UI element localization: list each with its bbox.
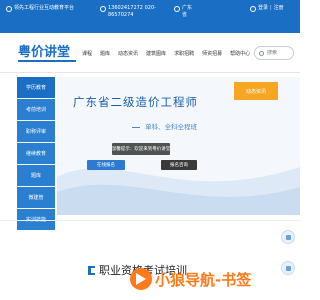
section-divider	[0, 220, 300, 221]
top-info-bar: 领先工程行业互动教育平台 13602417272 020-86570274 广东…	[0, 0, 300, 33]
watermark-brand: 小狼导航	[155, 270, 216, 289]
logo-text: 粤价讲堂	[18, 45, 71, 60]
watermark-text: 小狼导航-书签	[155, 269, 251, 290]
logo-underline	[18, 60, 76, 62]
nav-item-jobs[interactable]: 求职招聘	[170, 50, 198, 57]
float-top-button[interactable]	[281, 261, 295, 275]
nav-menu: 课程 题库 动态资讯 建筑图库 求职招聘 师资招募 帮助中心	[78, 50, 254, 57]
nav-item-gallery[interactable]: 建筑图库	[142, 50, 170, 57]
auth-links: 登录 | 注册	[250, 5, 284, 12]
chat-icon	[286, 235, 291, 240]
main-nav: 粤价讲堂 课程 题库 动态资讯 建筑图库 求职招聘 师资招募 帮助中心	[0, 33, 300, 73]
float-chat-button[interactable]	[281, 230, 295, 244]
sidebar-item-question-bank[interactable]: 题库	[17, 165, 55, 186]
nav-item-question-bank[interactable]: 题库	[96, 50, 114, 57]
category-sidebar: 学历教育 考前培训 职称评审 继续教育 题库 微建管 实训技能	[17, 77, 55, 231]
contact-phone: 13602417272 020-86570274	[100, 5, 170, 18]
auth-separator: |	[270, 5, 272, 11]
slogan: 领先工程行业互动教育平台	[6, 5, 82, 12]
sidebar-item-title-review[interactable]: 职称评审	[17, 121, 55, 142]
nav-item-news[interactable]: 动态资讯	[114, 50, 142, 57]
phone-icon	[100, 6, 106, 12]
sidebar-item-continuing-education[interactable]: 继续教育	[17, 143, 55, 164]
search-input[interactable]	[267, 50, 291, 56]
watermark-logo-icon	[130, 268, 152, 290]
nav-item-courses[interactable]: 课程	[78, 50, 96, 57]
login-link[interactable]: 登录	[258, 5, 268, 12]
banner-title: 广东省二级造价工程师	[73, 95, 198, 109]
nav-item-help[interactable]: 帮助中心	[226, 50, 254, 57]
notice-toast: 温馨提示：欢迎来到粤价讲堂	[112, 143, 170, 155]
home-icon	[6, 6, 12, 12]
address-text: 广东省	[182, 5, 193, 18]
search-icon[interactable]	[259, 50, 264, 56]
sidebar-item-degree-education[interactable]: 学历教育	[17, 77, 55, 98]
location-icon	[174, 6, 180, 12]
slogan-text: 领先工程行业互动教育平台	[14, 5, 75, 11]
banner-subtitle: 单科、全科全程班	[145, 123, 198, 131]
banner-subtitle-row: 单科、全科全程班	[129, 121, 197, 131]
section-bracket-icon	[88, 265, 95, 275]
nav-item-teachers[interactable]: 师资招募	[198, 50, 226, 57]
enroll-button[interactable]: 在线报名	[87, 160, 125, 170]
search-box[interactable]	[254, 46, 294, 60]
phone-text: 13602417272 020-86570274	[108, 5, 156, 18]
sidebar-item-exam-training[interactable]: 考前培训	[17, 99, 55, 120]
contact-address: 广东省	[174, 5, 194, 18]
register-link[interactable]: 注册	[274, 5, 284, 12]
banner-wave-graphic	[57, 167, 300, 215]
sidebar-item-micro-construction[interactable]: 微建管	[17, 187, 55, 208]
arrow-up-icon	[286, 266, 291, 271]
consult-button[interactable]: 报名咨询	[161, 160, 197, 170]
news-side-button[interactable]: 动态资讯	[234, 82, 278, 100]
watermark: 小狼导航-书签	[130, 268, 251, 290]
user-icon	[250, 6, 256, 12]
watermark-suffix: -书签	[215, 270, 252, 289]
site-logo[interactable]: 粤价讲堂	[18, 41, 76, 65]
subtitle-dash-left	[132, 126, 140, 128]
